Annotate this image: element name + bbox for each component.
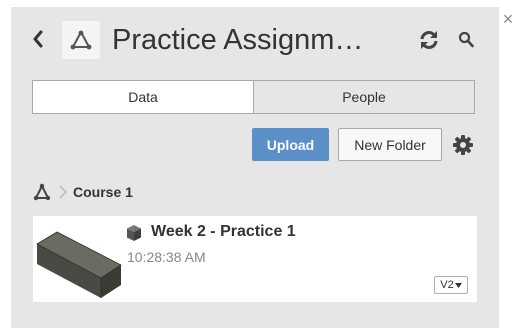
version-dropdown[interactable]: V2: [434, 276, 468, 294]
item-timestamp: 10:28:38 AM: [127, 249, 206, 265]
refresh-icon[interactable]: [417, 27, 441, 53]
hub-home-icon[interactable]: [33, 183, 51, 201]
view-tabs: Data People: [32, 80, 475, 114]
page-title: Practice Assignm…: [112, 24, 364, 56]
breadcrumb: Course 1: [33, 182, 133, 202]
3d-model-icon: [127, 225, 141, 241]
list-item[interactable]: Week 2 - Practice 1 10:28:38 AM V2: [33, 216, 477, 302]
tab-data[interactable]: Data: [33, 81, 253, 113]
tab-people[interactable]: People: [253, 81, 474, 113]
close-icon[interactable]: ×: [499, 7, 517, 31]
caret-down-icon: [454, 282, 462, 288]
version-label: V2: [440, 279, 454, 291]
chevron-right-icon: [59, 185, 67, 199]
fusion-hub-icon: [62, 21, 100, 59]
new-folder-button[interactable]: New Folder: [338, 128, 442, 161]
chevron-left-icon[interactable]: [29, 24, 47, 54]
gear-icon[interactable]: [452, 134, 474, 156]
box-model-thumbnail: [36, 231, 122, 298]
upload-button[interactable]: Upload: [252, 128, 329, 161]
item-name: Week 2 - Practice 1: [151, 223, 296, 240]
search-icon[interactable]: [456, 29, 476, 51]
breadcrumb-current[interactable]: Course 1: [73, 184, 133, 200]
